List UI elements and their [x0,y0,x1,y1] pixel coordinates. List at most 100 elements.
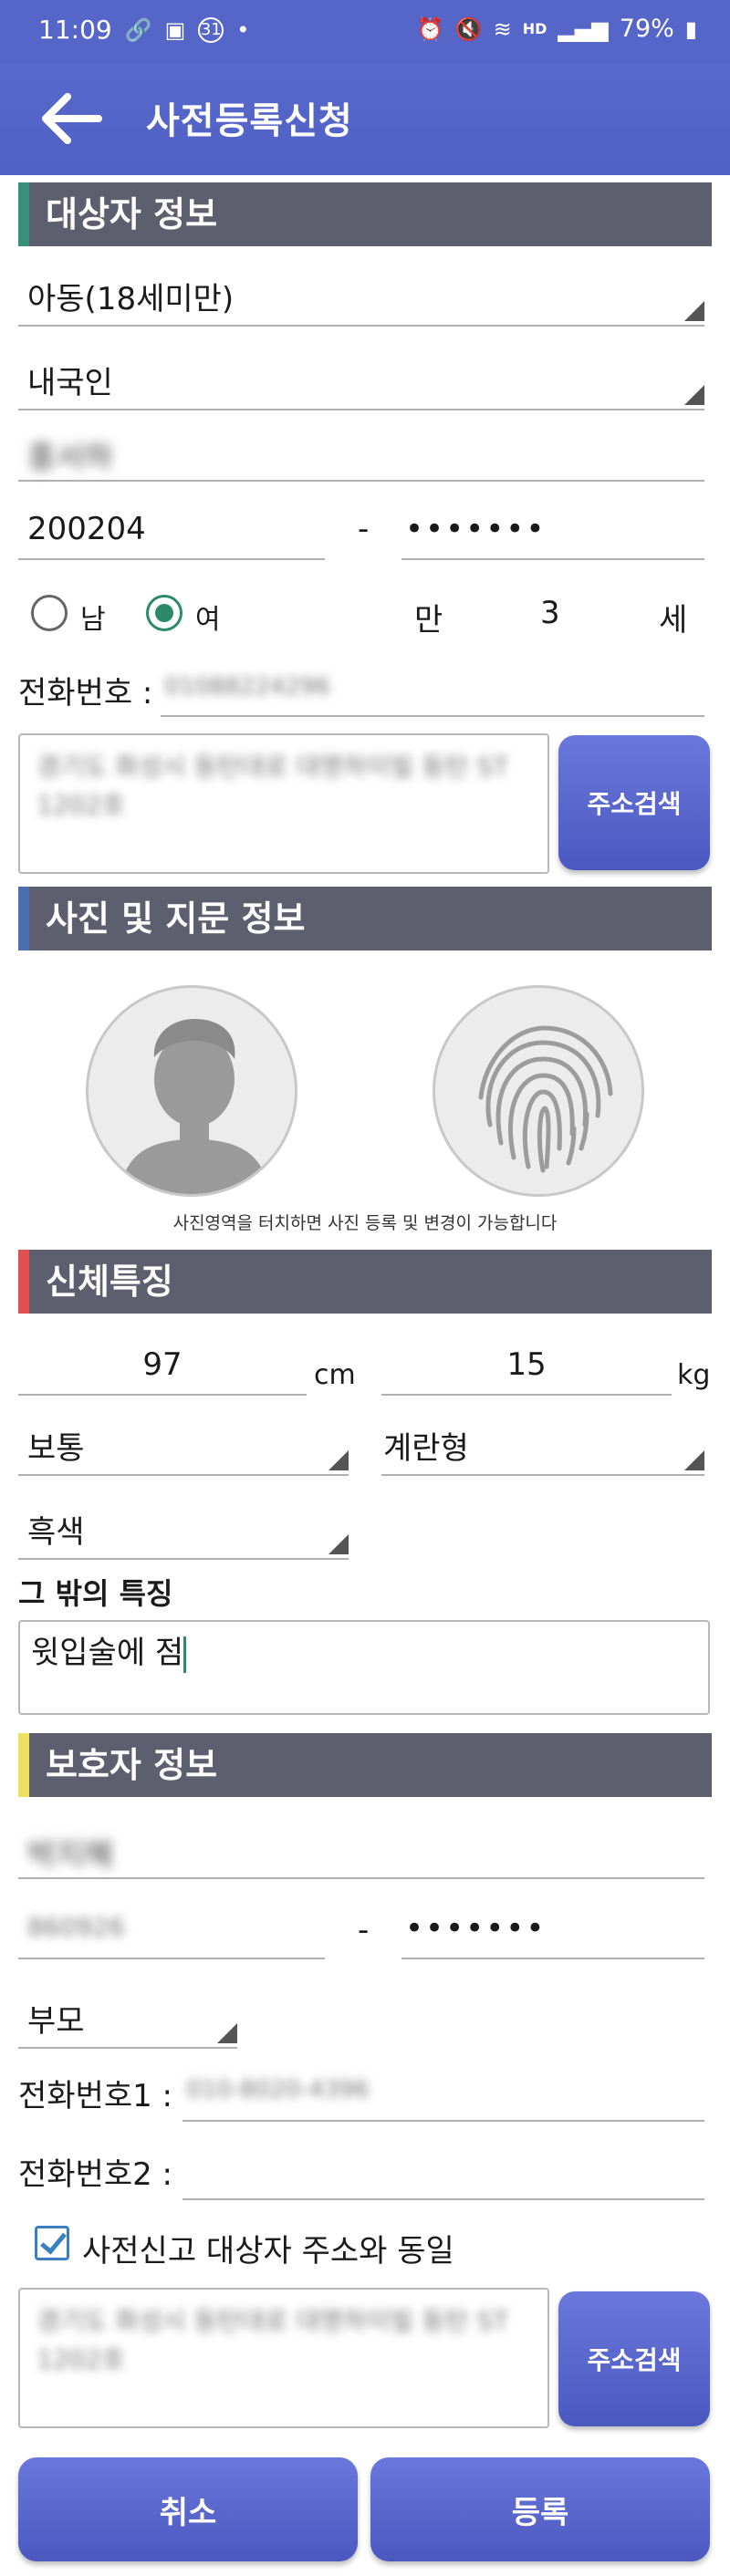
section-accent [18,182,29,246]
page-title: 사전등록신청 [146,100,353,142]
gallery-icon: ▣ [164,16,186,43]
guardian-birth-input[interactable]: 860926 [18,1903,325,1959]
dropdown-arrow-icon [328,1450,349,1470]
section-accent [18,887,29,950]
target-phone-label: 전화번호 : [18,675,153,712]
nationality-spinner[interactable]: 내국인 [18,348,704,410]
section-header-target: 대상자 정보 [18,182,712,246]
gender-male-radio[interactable] [31,595,68,631]
face-shape-spinner[interactable]: 계란형 [381,1416,704,1476]
guardian-phone2-label: 전화번호2 : [18,2156,173,2193]
relation-spinner[interactable]: 부모 [18,1989,237,2049]
face-shape-value: 계란형 [383,1430,469,1467]
mute-icon: 🔇 [454,16,483,42]
status-bar-right: ⏰ 🔇 ≋ HD ▂▄▆ 79% ▮ [417,15,697,43]
weight-input[interactable]: 15 [381,1343,672,1396]
target-phone-input[interactable]: 01088224296 [161,664,704,717]
gender-male-label: 남 [80,604,106,636]
dropdown-arrow-icon [328,1534,349,1554]
age-value: 3 [540,595,560,631]
arrow-left-icon [42,93,102,144]
guardian-address-box[interactable]: 경기도 화성시 동탄대로 대명하이빌 동탄 ST 1202호 [18,2288,549,2428]
target-address-search-button[interactable]: 주소검색 [558,735,710,870]
guardian-address-search-button[interactable]: 주소검색 [558,2291,710,2426]
target-name-value: 홍서하 [27,440,113,476]
hair-color-spinner[interactable]: 흑색 [18,1500,349,1560]
nationality-value: 내국인 [27,365,113,401]
age-suffix: 세 [659,602,688,639]
height-value: 97 [142,1346,182,1383]
section-accent [18,1733,29,1797]
section-header-body: 신체특징 [18,1250,712,1314]
section-title: 사진 및 지문 정보 [46,898,306,939]
section-header-guardian: 보호자 정보 [18,1733,712,1797]
age-group-spinner[interactable]: 아동(18세미만) [18,265,704,327]
target-birth-value: 200204 [27,511,146,547]
guardian-id-back-input[interactable]: ••••••• [402,1903,704,1959]
weight-value: 15 [506,1346,547,1383]
other-features-value: 윗입술에 점 [31,1635,184,1671]
fingerprint-placeholder[interactable] [433,985,644,1197]
target-id-back-input[interactable]: ••••••• [402,502,704,560]
weight-unit: kg [677,1359,711,1391]
dropdown-arrow-icon [684,1450,704,1470]
status-time: 11:09 [38,15,112,45]
body-type-spinner[interactable]: 보통 [18,1416,349,1476]
text-cursor [183,1636,187,1673]
gender-female-label: 여 [195,604,221,636]
dot-icon: • [236,16,250,43]
guardian-phone2-input[interactable] [182,2145,704,2200]
calendar-icon: 31 [198,16,224,43]
target-id-back-value: ••••••• [405,511,547,547]
relation-value: 부모 [27,2003,85,2040]
target-address-value: 경기도 화성시 동탄대로 대명하이빌 동탄 ST 1202호 [36,752,509,820]
target-name-input[interactable]: 홍서하 [18,423,704,482]
dropdown-arrow-icon [684,385,704,405]
guardian-address-value: 경기도 화성시 동탄대로 대명하이빌 동탄 ST 1202호 [36,2306,509,2374]
same-address-checkbox[interactable] [35,2226,69,2260]
dropdown-arrow-icon [217,2023,237,2043]
guardian-phone1-input[interactable]: 010-8020-4396 [182,2067,704,2122]
section-header-photo: 사진 및 지문 정보 [18,887,712,950]
height-input[interactable]: 97 [18,1343,307,1396]
link-icon: 🔗 [124,16,152,43]
cancel-button[interactable]: 취소 [18,2457,358,2561]
guardian-phone1-label: 전화번호1 : [18,2078,173,2114]
battery-icon: ▮ [684,16,697,42]
id-separator: - [358,1912,370,1948]
hair-color-value: 흑색 [27,1514,85,1551]
section-title: 신체특징 [46,1262,173,1302]
height-unit: cm [314,1359,356,1391]
section-title: 보호자 정보 [46,1745,218,1785]
same-address-label: 사전신고 대상자 주소와 동일 [82,2233,454,2270]
hd-label: HD [522,20,548,37]
guardian-id-back-value: ••••••• [405,1910,547,1947]
person-silhouette-icon [120,1019,269,1194]
battery-percent: 79% [619,15,674,43]
other-features-input[interactable]: 윗입술에 점 [18,1620,710,1715]
id-separator: - [358,511,370,547]
signal-icon: ▂▄▆ [558,16,609,42]
target-phone-value: 01088224296 [164,673,330,701]
register-button[interactable]: 등록 [370,2457,710,2561]
app-bar: 사전등록신청 [0,64,730,175]
target-birth-input[interactable]: 200204 [18,502,325,560]
age-prefix: 만 [414,602,443,639]
back-button[interactable] [35,86,108,151]
status-bar-left: 11:09 🔗 ▣ 31 • [38,15,249,45]
alarm-icon: ⏰ [416,16,444,42]
wifi-icon: ≋ [493,16,512,42]
other-features-label: 그 밖의 특징 [18,1576,173,1611]
calendar-day: 31 [200,20,222,39]
section-accent [18,1250,29,1314]
guardian-phone1-value: 010-8020-4396 [186,2076,370,2103]
guardian-birth-value: 860926 [27,1912,125,1942]
age-group-value: 아동(18세미만) [27,281,235,317]
photo-placeholder[interactable] [86,985,297,1197]
gender-female-radio[interactable] [146,595,182,631]
photo-caption: 사진영역을 터치하면 사진 등록 및 변경이 가능합니다 [172,1213,558,1233]
fingerprint-icon [478,1025,613,1173]
target-address-box[interactable]: 경기도 화성시 동탄대로 대명하이빌 동탄 ST 1202호 [18,733,549,874]
section-title: 대상자 정보 [46,194,218,234]
guardian-name-input[interactable]: 박지혜 [18,1821,704,1879]
